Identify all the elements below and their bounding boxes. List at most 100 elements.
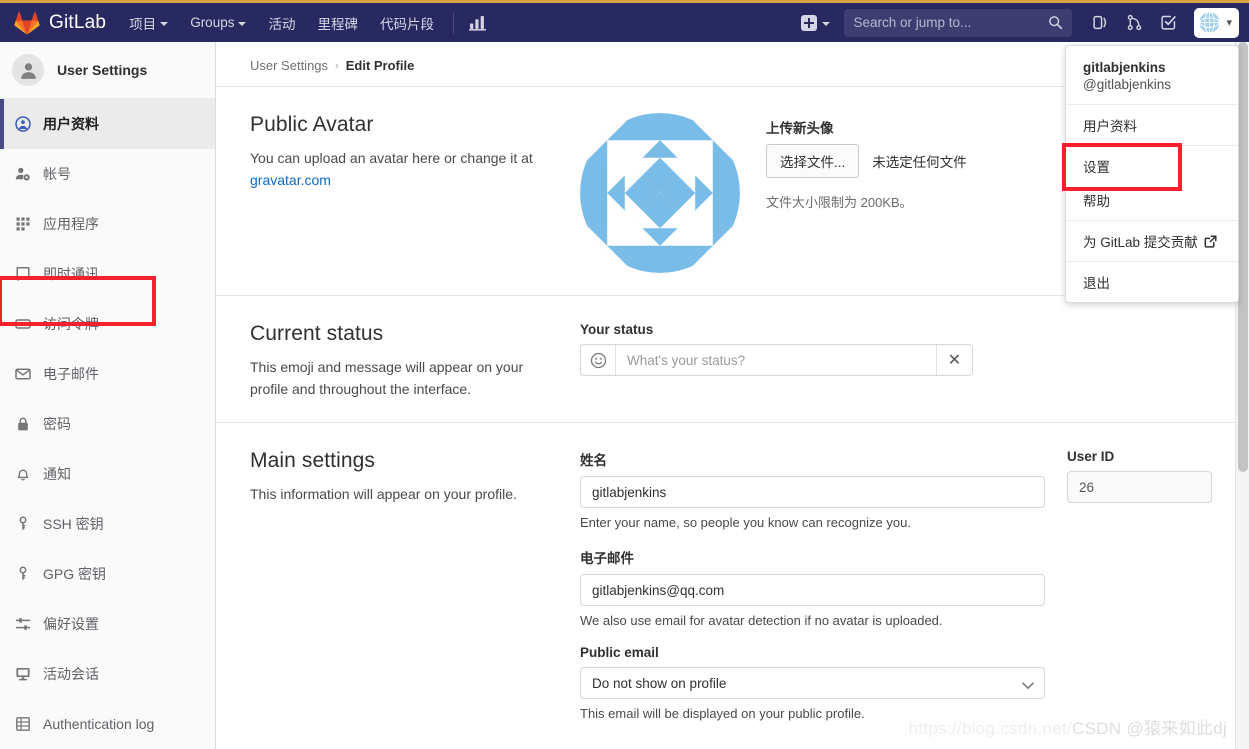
sidebar-label-authentication-log: Authentication log	[43, 716, 155, 732]
nav-link-activity[interactable]: 活动	[257, 3, 306, 42]
globe-identicon-avatar	[1198, 11, 1221, 34]
chevron-down-icon	[238, 21, 247, 26]
sidebar-item-password[interactable]: 密码	[0, 399, 215, 449]
nav-icon-merge-requests[interactable]	[1118, 3, 1150, 42]
sidebar-label-notifications: 通知	[43, 466, 71, 482]
public-avatar-description: You can upload an avatar here or change …	[250, 148, 552, 191]
user-settings-sidebar: User Settings 用户资料 帐号 应用程序 即时通讯 访问令牌 电子邮…	[0, 42, 216, 749]
name-field-hint: Enter your name, so people you know can …	[580, 515, 911, 531]
top-navbar: GitLab 项目 Groups 活动 里程碑 代码片段 Search or j…	[0, 3, 1249, 42]
sidebar-item-ssh-keys[interactable]: SSH 密钥	[0, 499, 215, 549]
primary-nav-links: 项目 Groups 活动 里程碑 代码片段	[118, 3, 494, 42]
sidebar-item-preferences[interactable]: 偏好设置	[0, 599, 215, 649]
upload-avatar-label: 上传新头像	[766, 121, 834, 136]
breadcrumb-current: Edit Profile	[345, 58, 415, 73]
nav-icon-todos[interactable]	[1152, 3, 1184, 42]
user-menu-help[interactable]: 帮助	[1066, 183, 1238, 217]
sidebar-label-gpg-keys: GPG 密钥	[43, 566, 107, 582]
user-menu-group-3: 为 GitLab 提交贡献	[1066, 221, 1238, 262]
sidebar-label-password: 密码	[43, 416, 71, 432]
bell-icon	[14, 466, 31, 483]
user-menu-contribute[interactable]: 为 GitLab 提交贡献	[1066, 224, 1238, 258]
sidebar-item-authentication-log[interactable]: Authentication log	[0, 699, 215, 749]
nav-link-milestones-label: 里程碑	[317, 16, 358, 32]
sidebar-item-gpg-keys[interactable]: GPG 密钥	[0, 549, 215, 599]
nav-link-projects[interactable]: 项目	[118, 3, 179, 42]
gitlab-fox-logo	[14, 10, 40, 35]
sidebar-item-chat[interactable]: 即时通讯	[0, 249, 215, 299]
sidebar-label-account: 帐号	[43, 166, 71, 182]
sidebar-item-emails[interactable]: 电子邮件	[0, 349, 215, 399]
nav-link-activity-label: 活动	[268, 16, 296, 32]
sidebar-label-access-tokens: 访问令牌	[43, 316, 99, 332]
user-menu-group-1: 用户资料	[1066, 105, 1238, 146]
merge-request-icon	[1127, 14, 1142, 31]
selected-file-name: 未选定任何文件	[872, 155, 967, 170]
gitlab-brand[interactable]: GitLab	[0, 10, 118, 35]
user-menu-group-2: 设置 帮助	[1066, 146, 1238, 221]
email-input[interactable]	[580, 574, 1045, 607]
plus-square-icon	[801, 14, 818, 31]
sidebar-item-applications[interactable]: 应用程序	[0, 199, 215, 249]
nav-icon-analytics[interactable]	[462, 3, 494, 42]
user-id-group: User ID 26	[1067, 449, 1232, 738]
main-settings-form: 姓名 Enter your name, so people you know c…	[580, 449, 1045, 738]
breadcrumb-root[interactable]: User Settings	[250, 58, 328, 73]
file-picker-row: 选择文件... 未选定任何文件	[766, 144, 967, 178]
user-avatar-icon	[12, 54, 44, 86]
gravatar-link[interactable]: gravatar.com	[250, 172, 331, 188]
search-placeholder: Search or jump to...	[853, 15, 972, 30]
current-status-section: Current status This emoji and message wi…	[216, 296, 1235, 424]
choose-file-button[interactable]: 选择文件...	[766, 144, 860, 178]
sidebar-label-emails: 电子邮件	[43, 366, 99, 382]
sidebar-item-active-sessions[interactable]: 活动会话	[0, 649, 215, 699]
page-scrollbar-thumb[interactable]	[1238, 42, 1248, 472]
nav-icon-issues[interactable]	[1084, 3, 1116, 42]
sidebar-label-ssh-keys: SSH 密钥	[43, 516, 104, 532]
your-status-field-group: Your status ✕	[580, 322, 973, 400]
public-avatar-desc-text: You can upload an avatar here or change …	[250, 150, 533, 166]
avatar-upload-col: 上传新头像 选择文件... 未选定任何文件 文件大小限制为 200KB。	[766, 113, 967, 273]
public-email-field-label: Public email	[580, 645, 659, 661]
chevron-down-icon	[822, 21, 831, 26]
chat-bubble-icon	[14, 266, 31, 283]
public-email-selected-value: Do not show on profile	[592, 675, 727, 691]
breadcrumb-separator: ›	[335, 59, 339, 72]
sidebar-item-access-tokens[interactable]: 访问令牌	[0, 299, 215, 349]
public-email-field-hint: This email will be displayed on your pub…	[580, 706, 865, 722]
main-settings-description: This information will appear on your pro…	[250, 486, 517, 503]
sidebar-item-account[interactable]: 帐号	[0, 149, 215, 199]
search-input[interactable]: Search or jump to...	[844, 8, 1073, 37]
public-avatar-title: Public Avatar	[250, 113, 374, 136]
user-menu-profile[interactable]: 用户资料	[1066, 108, 1238, 142]
status-input[interactable]	[616, 345, 936, 375]
profile-circle-icon	[14, 116, 31, 133]
search-icon	[1049, 16, 1063, 30]
key-icon	[14, 516, 31, 533]
user-menu-signout[interactable]: 退出	[1066, 265, 1238, 299]
your-status-label: Your status	[580, 322, 654, 337]
public-avatar-description-col: Public Avatar You can upload an avatar h…	[250, 113, 580, 273]
public-email-select[interactable]: Do not show on profile	[580, 667, 1045, 700]
sliders-icon	[14, 616, 31, 633]
create-new-button[interactable]	[795, 3, 836, 42]
sidebar-item-profile[interactable]: 用户资料	[0, 99, 215, 149]
sidebar-header[interactable]: User Settings	[0, 42, 215, 99]
current-status-right-col: Your status ✕	[580, 322, 1221, 400]
nav-link-milestones[interactable]: 里程碑	[306, 3, 369, 42]
nav-link-snippets[interactable]: 代码片段	[369, 3, 445, 42]
sidebar-label-applications: 应用程序	[43, 216, 99, 232]
user-avatar-button[interactable]: ▾	[1194, 7, 1239, 38]
user-menu-settings[interactable]: 设置	[1066, 149, 1238, 183]
lock-icon	[14, 416, 31, 433]
nav-link-projects-label: 项目	[129, 16, 157, 32]
close-x-icon[interactable]: ✕	[936, 345, 972, 375]
sidebar-item-notifications[interactable]: 通知	[0, 449, 215, 499]
sidebar-label-preferences: 偏好设置	[43, 616, 99, 632]
status-input-wrapper: ✕	[580, 344, 973, 376]
nav-link-groups[interactable]: Groups	[179, 3, 257, 42]
nav-link-groups-label: Groups	[190, 15, 235, 30]
smiley-face-icon[interactable]	[581, 345, 616, 375]
user-menu-settings-label: 设置	[1083, 160, 1110, 175]
name-input[interactable]	[580, 476, 1045, 509]
